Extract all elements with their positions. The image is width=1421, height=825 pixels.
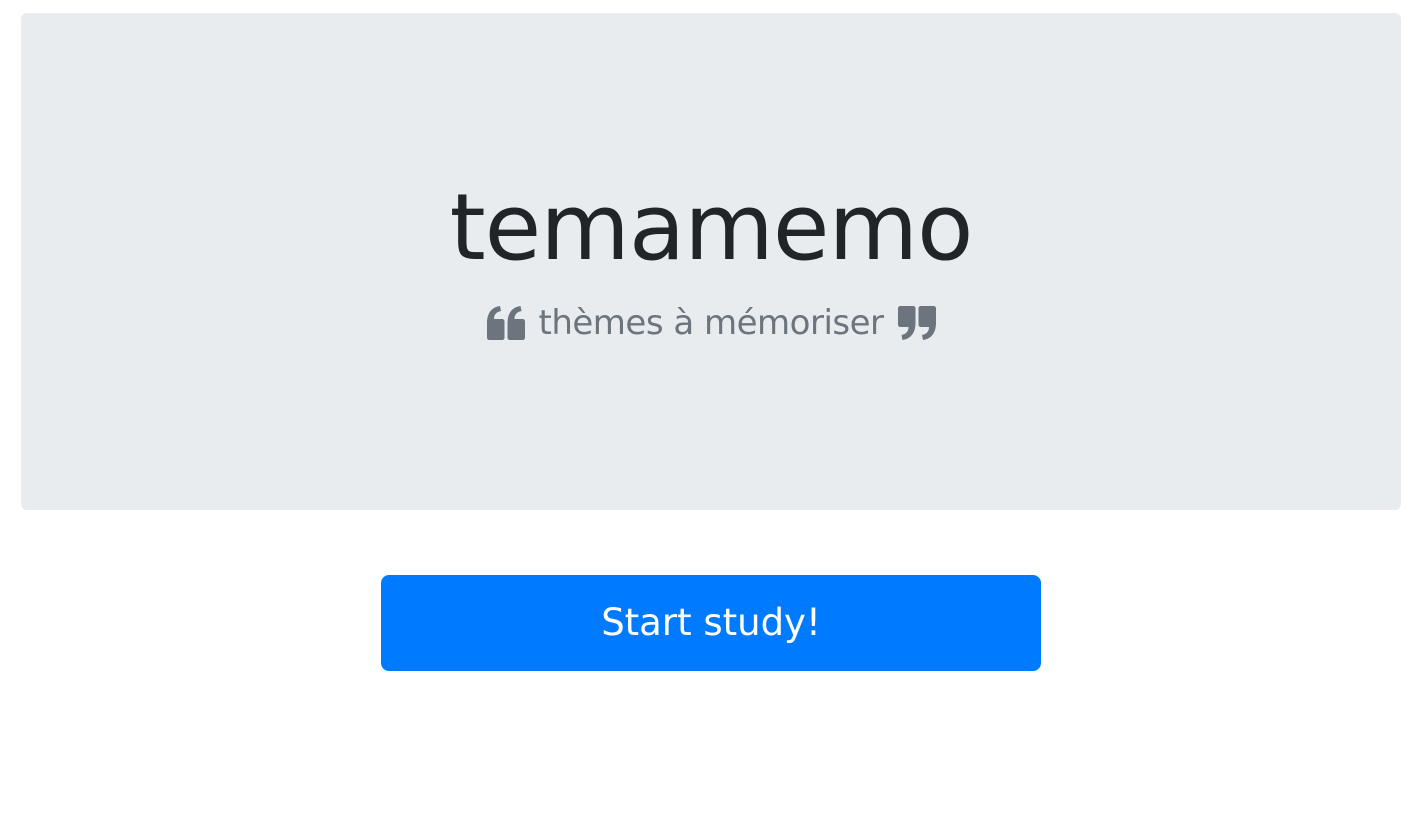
quote-right-icon bbox=[896, 303, 938, 343]
quote-left-icon bbox=[485, 303, 527, 343]
subtitle-text: thèmes à mémoriser bbox=[538, 303, 885, 343]
subtitle-quote: thèmes à mémoriser bbox=[21, 303, 1401, 343]
start-study-container: Start study! bbox=[381, 575, 1041, 671]
start-study-button[interactable]: Start study! bbox=[381, 575, 1041, 671]
app-title: temamemo bbox=[449, 174, 974, 281]
hero-jumbotron: temamemo thèmes à mémoriser bbox=[21, 13, 1401, 510]
